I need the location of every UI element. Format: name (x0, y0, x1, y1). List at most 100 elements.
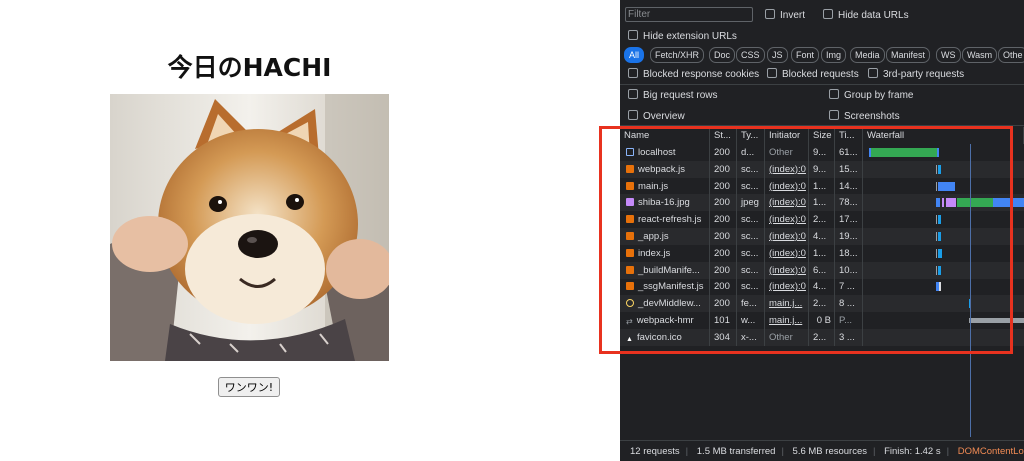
table-row[interactable]: localhost 200 d... Other 9... 61... (620, 144, 1024, 161)
request-time: 18... (839, 247, 858, 259)
cell-name: ⇄ webpack-hmr (620, 312, 710, 329)
filter-chip-manifest[interactable]: Manifest (886, 47, 931, 63)
filter-input[interactable] (625, 7, 753, 22)
cell-status: 200 (710, 261, 737, 279)
bark-button[interactable]: ワンワン! (218, 377, 280, 397)
filter-chip-wasm[interactable]: Wasm (962, 47, 998, 63)
column-header-1[interactable]: St... (710, 127, 737, 144)
cell-time: 18... (835, 244, 863, 262)
table-row[interactable]: index.js 200 sc... (index):0 1... 18... (620, 244, 1024, 262)
websocket-icon: ⇄ (626, 317, 633, 326)
filter-chip-fetch-xhr[interactable]: Fetch/XHR (650, 47, 705, 63)
cell-size: 1... (809, 177, 835, 195)
request-type: sc... (741, 214, 759, 226)
filter-chip-css[interactable]: CSS (736, 47, 765, 63)
column-header-6[interactable]: Waterfall (863, 127, 1024, 144)
request-initiator[interactable]: Other (769, 332, 793, 343)
cell-size: 1... (809, 244, 835, 262)
filter-chip-img[interactable]: Img (821, 47, 847, 63)
request-name: webpack-hmr (636, 315, 694, 326)
table-row[interactable]: shiba-16.jpg 200 jpeg (index):0 1... 78... (620, 194, 1024, 212)
document-icon (626, 148, 634, 156)
invert-checkbox[interactable]: Invert (765, 9, 805, 21)
script-icon (626, 164, 634, 173)
screenshots-checkbox[interactable]: Screenshots (829, 110, 900, 122)
waterfall-bar (936, 265, 937, 275)
cell-initiator: Other (765, 328, 809, 346)
column-header-5[interactable]: Ti... (835, 127, 863, 144)
table-row[interactable]: _devMiddlew... 200 fe... main.j... 2... 8 ... (620, 295, 1024, 313)
request-initiator[interactable]: Other (769, 147, 793, 158)
request-initiator[interactable]: (index):0 (769, 281, 806, 292)
request-name: webpack.js (638, 163, 685, 175)
big-request-rows-checkbox[interactable]: Big request rows (628, 89, 717, 101)
table-row[interactable]: webpack.js 200 sc... (index):0 9... 15... (620, 160, 1024, 178)
request-initiator[interactable]: main.j... (769, 315, 802, 326)
table-row[interactable]: _ssgManifest.js 200 sc... (index):0 4... 7 ..… (620, 278, 1024, 296)
request-initiator[interactable]: (index):0 (769, 231, 806, 242)
devtools-network-panel: Invert Hide data URLs Hide extension URL… (620, 0, 1024, 461)
request-initiator[interactable]: (index):0 (769, 265, 806, 276)
request-name: shiba-16.jpg (638, 197, 690, 209)
request-type: sc... (741, 231, 759, 242)
checkbox-icon (823, 9, 833, 19)
cell-name: localhost (620, 144, 710, 161)
column-header-3[interactable]: Initiator (765, 127, 809, 144)
table-row[interactable]: _app.js 200 sc... (index):0 4... 19... (620, 228, 1024, 245)
column-header-4[interactable]: Size (809, 127, 835, 144)
waterfall-bar (942, 198, 944, 208)
table-row[interactable]: _buildManife... 200 sc... (index):0 6... 10..… (620, 261, 1024, 279)
filter-chip-media[interactable]: Media (850, 47, 885, 63)
hide-extension-urls-checkbox[interactable]: Hide extension URLs (628, 30, 737, 42)
waterfall-event-line (970, 144, 971, 437)
cell-size: 4... (809, 278, 835, 296)
request-status: 200 (714, 247, 730, 259)
cell-status: 200 (710, 144, 737, 161)
blocked-response-cookies-checkbox[interactable]: Blocked response cookies (628, 68, 759, 80)
request-initiator[interactable]: (index):0 (769, 248, 806, 259)
group-by-frame-checkbox[interactable]: Group by frame (829, 89, 913, 101)
request-initiator[interactable]: (index):0 (769, 164, 806, 175)
third-party-requests-checkbox[interactable]: 3rd-party requests (868, 68, 964, 80)
hide-data-urls-checkbox[interactable]: Hide data URLs (823, 9, 909, 21)
cell-name: shiba-16.jpg (620, 194, 710, 212)
waterfall-bar (938, 248, 942, 258)
blocked-requests-checkbox[interactable]: Blocked requests (767, 68, 859, 80)
request-size: 1... (813, 197, 827, 209)
cell-initiator: Other (765, 144, 809, 161)
request-name: _ssgManifest.js (638, 281, 704, 293)
waterfall-bar (936, 248, 937, 258)
table-row[interactable]: ▲ favicon.ico 304 x-... Other 2... 3 ... (620, 328, 1024, 346)
filter-chip-all[interactable]: All (624, 47, 645, 63)
overview-checkbox[interactable]: Overview (628, 110, 685, 122)
cell-time: 8 ... (835, 295, 863, 313)
request-initiator[interactable]: main.j... (769, 298, 802, 309)
request-initiator[interactable]: (index):0 (769, 214, 806, 225)
page-title: 今日のHACHI (167, 53, 332, 82)
checkbox-icon (767, 68, 777, 78)
checkbox-icon (628, 89, 638, 99)
request-initiator[interactable]: (index):0 (769, 197, 806, 208)
table-row[interactable]: main.js 200 sc... (index):0 1... 14... (620, 177, 1024, 195)
column-header-0[interactable]: Name (620, 127, 710, 144)
filter-chip-font[interactable]: Font (791, 47, 820, 63)
table-row[interactable]: react-refresh.js 200 sc... (index):0 2... 17.… (620, 211, 1024, 229)
request-initiator[interactable]: (index):0 (769, 181, 806, 192)
cell-type: sc... (737, 228, 765, 245)
request-name: localhost (638, 147, 676, 158)
filter-chip-js[interactable]: JS (767, 47, 788, 63)
filter-chip-ws[interactable]: WS (936, 47, 961, 63)
cell-initiator: (index):0 (765, 194, 809, 212)
filter-chip-othe[interactable]: Othe (998, 47, 1024, 63)
cell-initiator: main.j... (765, 295, 809, 313)
request-status: 200 (714, 281, 730, 293)
cell-time: 7 ... (835, 278, 863, 296)
dom-content-loaded: DOMContentLoa (957, 446, 1024, 457)
script-icon (626, 181, 634, 190)
filter-chip-doc[interactable]: Doc (709, 47, 736, 63)
cell-time: 17... (835, 211, 863, 229)
cell-status: 200 (710, 211, 737, 229)
column-header-2[interactable]: Ty... (737, 127, 765, 144)
cell-name: _devMiddlew... (620, 295, 710, 313)
table-row[interactable]: ⇄ webpack-hmr 101 w... main.j... 0 B P... (620, 312, 1024, 329)
